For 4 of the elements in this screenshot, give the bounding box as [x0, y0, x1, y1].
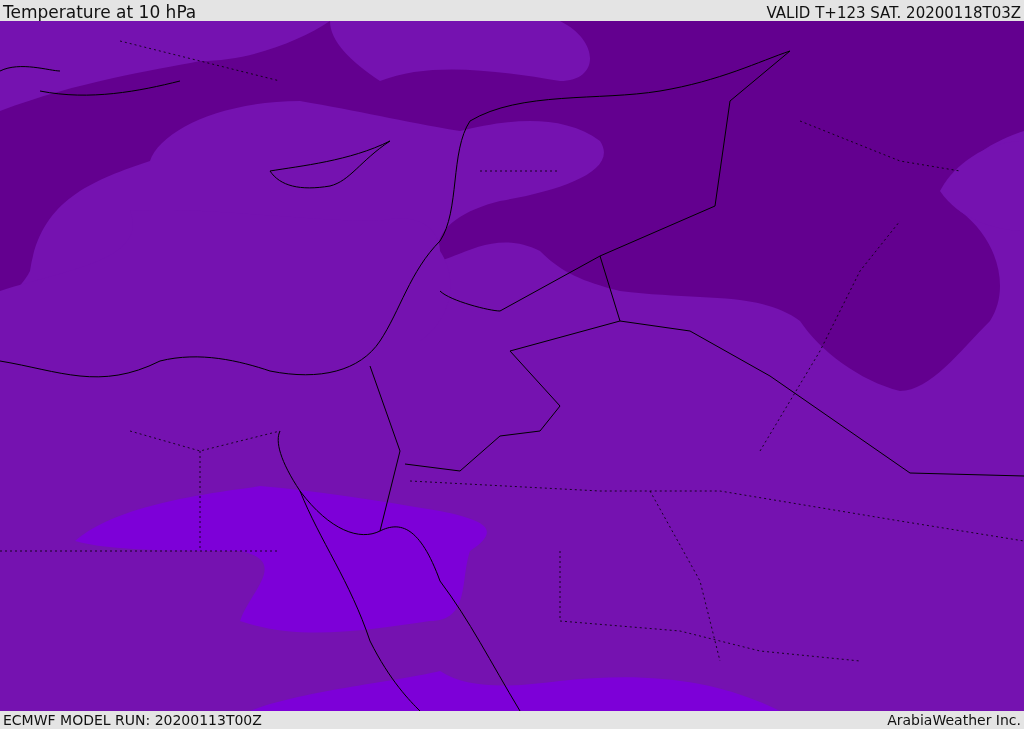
credit-text: ArabiaWeather Inc. — [887, 713, 1021, 727]
valid-time: VALID T+123 SAT. 20200118T03Z — [766, 6, 1021, 21]
map-title: Temperature at 10 hPa — [3, 4, 197, 21]
model-run-text: ECMWF MODEL RUN: 20200113T00Z — [3, 713, 262, 727]
